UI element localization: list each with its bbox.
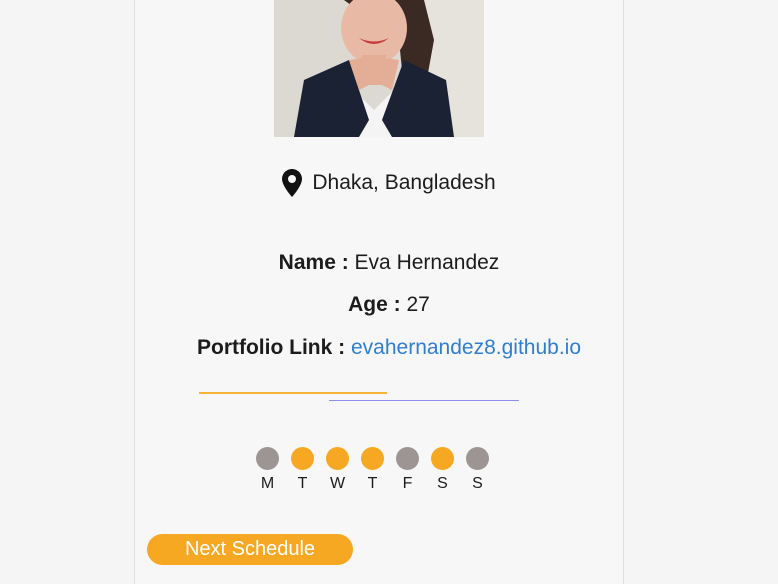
day-tuesday[interactable]: T <box>291 447 314 493</box>
day-monday[interactable]: M <box>256 447 279 493</box>
weekly-schedule: M T W T F S S <box>256 447 489 493</box>
day-friday[interactable]: F <box>396 447 419 493</box>
day-letter: S <box>472 475 483 492</box>
location-text: Dhaka, Bangladesh <box>312 171 496 194</box>
name-value: Eva Hernandez <box>354 251 500 274</box>
age-value: 27 <box>406 293 430 316</box>
day-wednesday[interactable]: W <box>326 447 349 493</box>
day-sunday[interactable]: S <box>466 447 489 493</box>
day-letter: F <box>402 475 413 492</box>
portfolio-link[interactable]: evahernandez8.github.io <box>351 336 581 359</box>
name-label: Name : <box>278 251 349 274</box>
age-row: Age : 27 <box>0 293 778 317</box>
day-indicator <box>466 447 489 470</box>
portfolio-row: Portfolio Link : evahernandez8.github.io <box>0 336 778 360</box>
age-label: Age : <box>348 293 401 316</box>
day-indicator <box>396 447 419 470</box>
day-indicator <box>326 447 349 470</box>
day-letter: T <box>367 475 378 492</box>
day-thursday[interactable]: T <box>361 447 384 493</box>
day-letter: W <box>329 475 346 492</box>
next-schedule-button[interactable]: Next Schedule <box>147 534 353 565</box>
name-row: Name : Eva Hernandez <box>0 251 778 275</box>
profile-page: Dhaka, Bangladesh Name : Eva Hernandez A… <box>0 0 778 584</box>
divider-blue <box>329 400 519 401</box>
day-indicator <box>256 447 279 470</box>
day-letter: S <box>437 475 448 492</box>
divider-orange <box>199 392 387 394</box>
day-indicator <box>431 447 454 470</box>
day-indicator <box>361 447 384 470</box>
day-letter: M <box>260 475 275 492</box>
day-saturday[interactable]: S <box>431 447 454 493</box>
map-pin-icon <box>282 169 303 197</box>
location: Dhaka, Bangladesh <box>0 168 778 198</box>
day-letter: T <box>297 475 308 492</box>
portfolio-label: Portfolio Link : <box>196 336 346 359</box>
day-indicator <box>291 447 314 470</box>
avatar <box>274 0 484 137</box>
